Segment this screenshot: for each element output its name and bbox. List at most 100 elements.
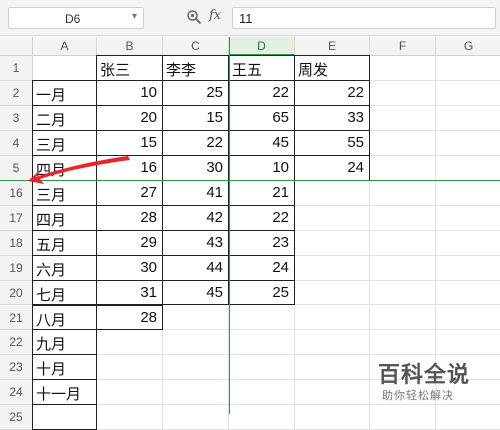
cell-d-22[interactable] [229,330,295,356]
cell-g-19[interactable] [436,256,500,281]
cell-d-1[interactable]: 王五 [228,55,295,81]
column-header-c[interactable]: C [163,37,229,56]
row-header[interactable]: 1 [0,56,33,81]
cell-c-2[interactable]: 25 [162,79,229,106]
cell-c-3[interactable]: 15 [162,104,229,131]
column-header-d[interactable]: D [229,37,295,56]
cell-f-5[interactable] [370,155,436,181]
cell-f-22[interactable] [370,330,436,356]
cell-a-21[interactable]: 八月 [32,304,97,331]
cell-e-18[interactable] [295,230,370,256]
cell-a-20[interactable]: 七月 [32,279,97,306]
cell-b-16[interactable]: 27 [96,179,163,206]
cell-b-21[interactable]: 28 [96,304,163,331]
cell-g-18[interactable] [436,231,500,256]
cell-d-24[interactable] [229,380,295,406]
cell-a-24[interactable]: 十一月 [32,379,97,406]
chevron-down-icon[interactable]: ▾ [132,11,137,22]
row-header[interactable]: 20 [0,280,33,306]
cell-c-22[interactable] [163,330,229,356]
cell-a-25[interactable] [32,404,97,430]
cell-g-25[interactable] [436,405,500,430]
cell-b-3[interactable]: 20 [96,104,163,131]
cell-b-22[interactable] [97,330,163,356]
cell-f-21[interactable] [370,305,436,331]
cell-c-20[interactable]: 45 [162,279,229,306]
cell-b-24[interactable] [97,380,163,406]
cell-e-24[interactable] [295,380,370,406]
column-header-f[interactable]: F [370,37,436,56]
name-box[interactable]: D6 ▾ [8,7,144,29]
cell-a-17[interactable]: 四月 [32,204,97,231]
cell-e-20[interactable] [295,280,370,306]
cell-g-3[interactable] [436,106,500,131]
cell-f-1[interactable] [370,56,436,81]
row-header[interactable]: 23 [0,355,33,381]
cell-f-2[interactable] [370,80,436,106]
row-header[interactable]: 17 [0,205,33,231]
column-header-g[interactable]: G [436,37,500,56]
cell-g-5[interactable] [436,156,500,181]
select-all-corner[interactable] [0,37,33,56]
cell-f-3[interactable] [370,105,436,131]
cell-d-19[interactable]: 24 [228,254,295,281]
formula-input[interactable]: 11 [232,7,496,29]
cell-d-5[interactable]: 10 [228,154,295,181]
cell-e-19[interactable] [295,255,370,281]
cell-b-25[interactable] [97,405,163,430]
cell-c-18[interactable]: 43 [162,229,229,256]
cell-c-25[interactable] [163,405,229,430]
cell-b-2[interactable]: 10 [96,79,163,106]
cell-e-25[interactable] [295,405,370,430]
cell-c-19[interactable]: 44 [162,254,229,281]
row-header[interactable]: 22 [0,330,33,356]
row-header[interactable]: 21 [0,305,33,331]
row-header[interactable]: 4 [0,130,33,156]
row-header[interactable]: 3 [0,105,33,131]
cell-c-16[interactable]: 41 [162,179,229,206]
cell-g-20[interactable] [436,281,500,306]
cell-c-17[interactable]: 42 [162,204,229,231]
cell-d-23[interactable] [229,355,295,381]
cell-a-4[interactable]: 三月 [32,129,97,156]
cell-b-5[interactable]: 16 [96,154,163,181]
cell-a-22[interactable]: 九月 [32,329,97,356]
fx-icon[interactable]: fx [209,8,221,23]
cell-d-4[interactable]: 45 [228,129,295,156]
cell-b-19[interactable]: 30 [96,254,163,281]
cell-f-17[interactable] [370,205,436,231]
cell-a-1[interactable] [33,56,97,81]
cell-a-3[interactable]: 二月 [32,104,97,131]
cell-f-25[interactable] [370,405,436,430]
cell-e-1[interactable]: 周发 [294,55,370,81]
cell-b-17[interactable]: 28 [96,204,163,231]
cell-c-1[interactable]: 李李 [162,55,229,81]
row-header[interactable]: 5 [0,155,33,181]
cell-c-24[interactable] [163,380,229,406]
cell-g-1[interactable] [436,56,500,81]
cell-b-1[interactable]: 张三 [96,55,163,81]
row-header[interactable]: 18 [0,230,33,256]
cell-e-4[interactable]: 55 [294,129,370,156]
cell-f-18[interactable] [370,230,436,256]
cell-g-22[interactable] [436,330,500,356]
column-header-b[interactable]: B [97,37,163,56]
cell-d-17[interactable]: 22 [228,204,295,231]
row-header[interactable]: 19 [0,255,33,281]
cell-a-23[interactable]: 十月 [32,354,97,381]
cell-c-23[interactable] [163,355,229,381]
cell-a-5[interactable]: 四月 [32,154,97,181]
cell-d-21[interactable] [229,305,295,331]
cell-e-3[interactable]: 33 [294,104,370,131]
cell-f-16[interactable] [370,180,436,206]
cell-g-16[interactable] [436,181,500,206]
cell-e-22[interactable] [295,330,370,356]
cell-e-16[interactable] [295,180,370,206]
cell-d-25[interactable] [229,405,295,430]
cell-a-16[interactable]: 三月 [32,179,97,206]
column-header-e[interactable]: E [295,37,370,56]
cell-e-23[interactable] [295,355,370,381]
cell-d-2[interactable]: 22 [228,79,295,106]
cell-c-5[interactable]: 30 [162,154,229,181]
cell-b-23[interactable] [97,355,163,381]
